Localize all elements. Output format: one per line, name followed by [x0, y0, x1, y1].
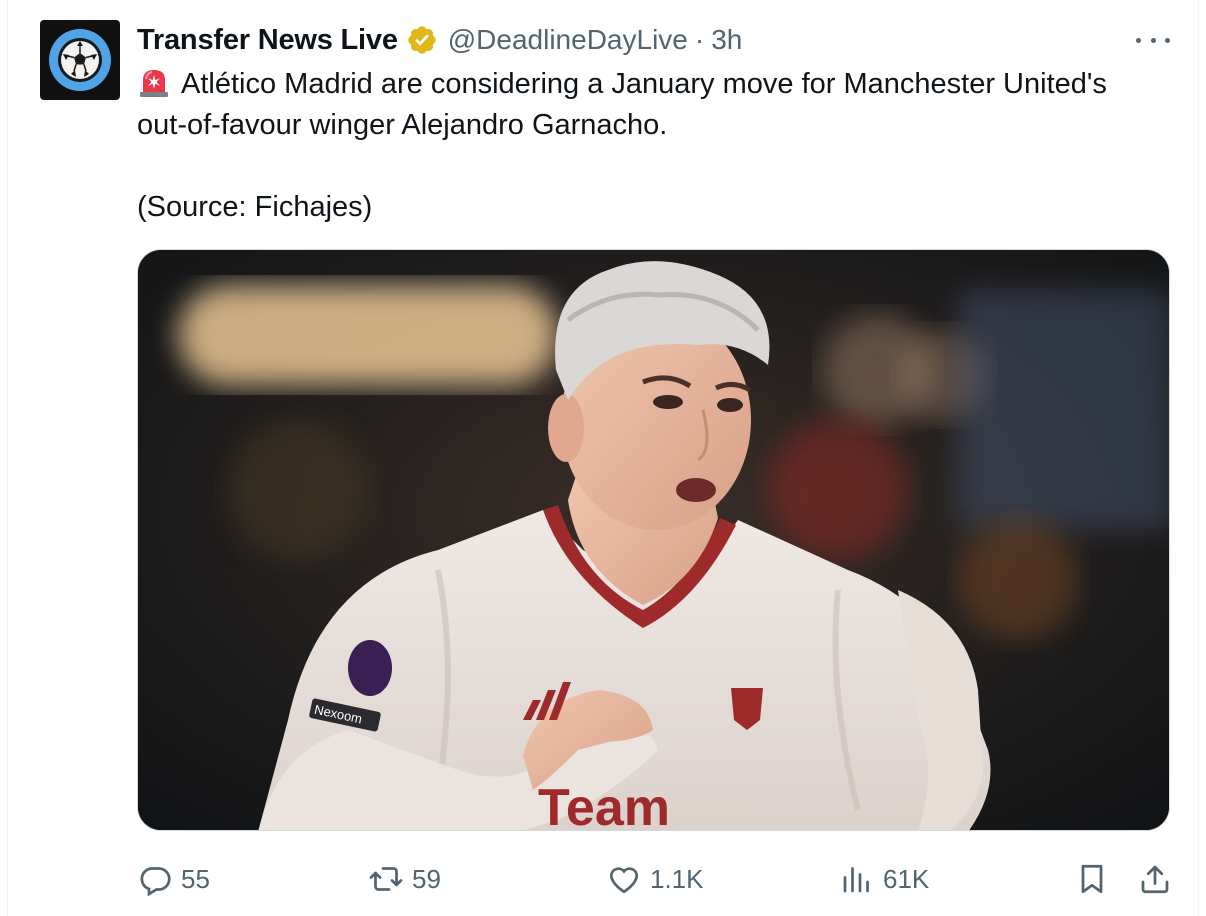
share-icon — [1141, 865, 1169, 894]
tweet-text-line-2: out-of-favour winger Alejandro Garnacho. — [137, 109, 668, 141]
views-chart-icon — [843, 867, 869, 893]
tweet-media-image[interactable]: Nexoom Team — [137, 249, 1170, 831]
like-button[interactable]: 1.1K — [606, 855, 704, 903]
kit-sponsor-text: Team — [538, 779, 670, 831]
more-dot — [1150, 37, 1156, 43]
user-handle[interactable]: @DeadlineDayLive — [448, 24, 688, 56]
views-button[interactable]: 61K — [839, 855, 929, 903]
verified-badge-icon[interactable] — [406, 24, 438, 56]
avatar[interactable] — [40, 20, 120, 100]
more-dot — [1136, 37, 1141, 43]
player-photo: Nexoom Team — [138, 250, 1169, 831]
display-name[interactable]: Transfer News Live — [137, 24, 398, 57]
more-options-icon[interactable] — [1136, 30, 1170, 50]
tweet-card[interactable]: Transfer News Live @DeadlineDayLive · 3h… — [0, 0, 1206, 916]
bookmark-button[interactable] — [1074, 855, 1110, 903]
separator-dot: · — [694, 24, 705, 55]
reply-button[interactable]: 55 — [137, 855, 210, 903]
timestamp[interactable]: 3h — [711, 24, 742, 56]
repost-count: 59 — [412, 863, 441, 894]
bookmark-icon — [1081, 864, 1103, 894]
repost-button[interactable]: 59 — [368, 855, 441, 903]
reply-icon — [140, 867, 171, 897]
tweet-text-line: Atlético Madrid are considering a Januar… — [137, 64, 1177, 105]
tweet-text: Atlético Madrid are considering a Januar… — [137, 64, 1177, 228]
reply-count: 55 — [181, 863, 210, 894]
share-button[interactable] — [1137, 855, 1173, 903]
tweet-actions: 55 59 1.1K 61K — [137, 855, 1177, 903]
heart-icon — [609, 867, 639, 894]
views-count: 61K — [883, 863, 930, 894]
tweet-header: Transfer News Live @DeadlineDayLive · 3h — [137, 22, 742, 58]
police-siren-icon — [140, 70, 168, 97]
like-count: 1.1K — [650, 863, 704, 894]
more-dot — [1165, 37, 1170, 43]
tweet-source-line: (Source: Fichajes) — [137, 191, 373, 223]
soccer-ball-icon — [49, 29, 111, 91]
tweet-text-line-1: Atlético Madrid are considering a Januar… — [181, 68, 1107, 100]
repost-icon — [369, 867, 403, 891]
